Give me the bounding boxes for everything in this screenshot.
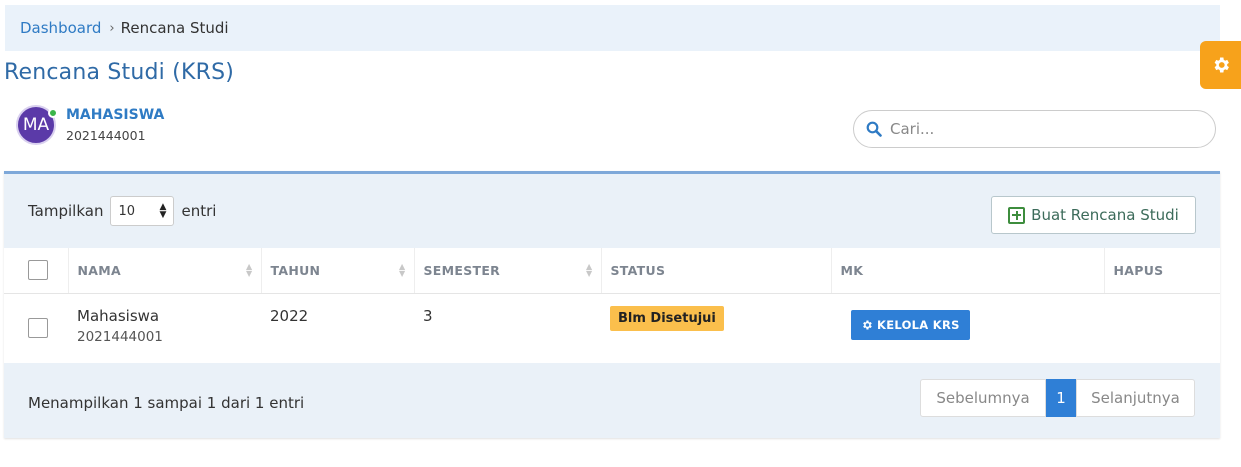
kelola-krs-label: KELOLA KRS bbox=[877, 317, 960, 332]
settings-tab-button[interactable] bbox=[1200, 41, 1241, 89]
krs-table: NAMA ▲ ▼ TAHUN ▲ ▼ SEMESTER ▲ ▼ STATUS MK bbox=[4, 248, 1220, 363]
header-semester[interactable]: SEMESTER ▲ ▼ bbox=[414, 248, 602, 294]
row-semester: 3 bbox=[423, 306, 433, 325]
search-input[interactable] bbox=[890, 120, 1190, 138]
show-label: Tampilkan bbox=[28, 202, 104, 220]
header-mk-label: MK bbox=[840, 262, 864, 278]
row-select-cell bbox=[4, 293, 68, 363]
header-hapus: HAPUS bbox=[1104, 248, 1220, 294]
select-all-checkbox[interactable] bbox=[28, 259, 48, 280]
page-length-value: 10 bbox=[118, 203, 136, 219]
row-nama-cell: Mahasiswa 2021444001 bbox=[68, 293, 261, 363]
kelola-krs-button[interactable]: KELOLA KRS bbox=[851, 309, 970, 340]
search-icon bbox=[866, 121, 882, 137]
row-student-id: 2021444001 bbox=[77, 328, 163, 345]
page-1-button[interactable]: 1 bbox=[1046, 379, 1076, 417]
header-select-all bbox=[4, 248, 69, 294]
sort-icon: ▲ ▼ bbox=[246, 262, 253, 278]
table-header-row: NAMA ▲ ▼ TAHUN ▲ ▼ SEMESTER ▲ ▼ STATUS MK bbox=[4, 248, 1220, 294]
user-name[interactable]: MAHASISWA bbox=[66, 107, 164, 123]
status-badge: Blm Disetujui bbox=[610, 305, 724, 331]
sort-icon: ▲ ▼ bbox=[399, 262, 406, 278]
plus-square-icon bbox=[1008, 206, 1026, 224]
row-name: Mahasiswa bbox=[77, 306, 160, 325]
avatar[interactable]: MA bbox=[16, 105, 58, 145]
create-krs-button[interactable]: Buat Rencana Studi bbox=[991, 196, 1196, 234]
header-tahun[interactable]: TAHUN ▲ ▼ bbox=[261, 248, 415, 294]
row-checkbox[interactable] bbox=[28, 317, 48, 338]
sort-icon: ▲ ▼ bbox=[586, 262, 593, 278]
header-tahun-label: TAHUN bbox=[270, 262, 321, 278]
breadcrumb: Dashboard › Rencana Studi bbox=[5, 5, 1220, 51]
krs-table-card: Tampilkan 10 ▲ ▼ entri Buat Rencana Studi… bbox=[4, 171, 1220, 438]
row-hapus-cell bbox=[1104, 293, 1220, 363]
table-row: Mahasiswa 2021444001 2022 3 Blm Disetuju… bbox=[4, 293, 1220, 363]
header-semester-label: SEMESTER bbox=[423, 262, 501, 278]
avatar-initials: MA bbox=[22, 115, 50, 135]
pagination: Sebelumnya 1 Selanjutnya bbox=[920, 379, 1195, 417]
entries-label: entri bbox=[181, 202, 217, 220]
next-page-button[interactable]: Selanjutnya bbox=[1076, 379, 1195, 417]
user-id: 2021444001 bbox=[66, 128, 146, 143]
table-info: Menampilkan 1 sampai 1 dari 1 entri bbox=[28, 394, 305, 412]
search-box[interactable] bbox=[853, 110, 1216, 148]
page-length-control: Tampilkan 10 ▲ ▼ entri bbox=[28, 196, 216, 226]
gear-icon bbox=[863, 320, 872, 329]
page-length-select[interactable]: 10 ▲ ▼ bbox=[110, 196, 175, 226]
header-status: STATUS bbox=[601, 248, 832, 294]
header-mk: MK bbox=[831, 248, 1105, 294]
header-hapus-label: HAPUS bbox=[1113, 262, 1164, 278]
breadcrumb-current: Rencana Studi bbox=[120, 19, 229, 37]
previous-page-button[interactable]: Sebelumnya bbox=[920, 379, 1046, 417]
select-arrows-icon: ▲ ▼ bbox=[159, 202, 167, 220]
breadcrumb-dashboard-link[interactable]: Dashboard bbox=[20, 19, 101, 37]
row-tahun: 2022 bbox=[270, 306, 309, 325]
breadcrumb-separator: › bbox=[109, 20, 115, 36]
header-nama[interactable]: NAMA ▲ ▼ bbox=[68, 248, 262, 294]
gear-icon bbox=[1214, 57, 1229, 73]
online-status-dot bbox=[48, 108, 58, 118]
user-profile: MA MAHASISWA 2021444001 bbox=[16, 105, 164, 145]
page-title: Rencana Studi (KRS) bbox=[4, 60, 235, 85]
header-status-label: STATUS bbox=[610, 262, 666, 278]
row-mk-cell: KELOLA KRS bbox=[831, 293, 1104, 363]
header-nama-label: NAMA bbox=[77, 262, 121, 278]
row-status-cell: Blm Disetujui bbox=[601, 293, 831, 363]
create-krs-label: Buat Rencana Studi bbox=[1031, 206, 1179, 224]
